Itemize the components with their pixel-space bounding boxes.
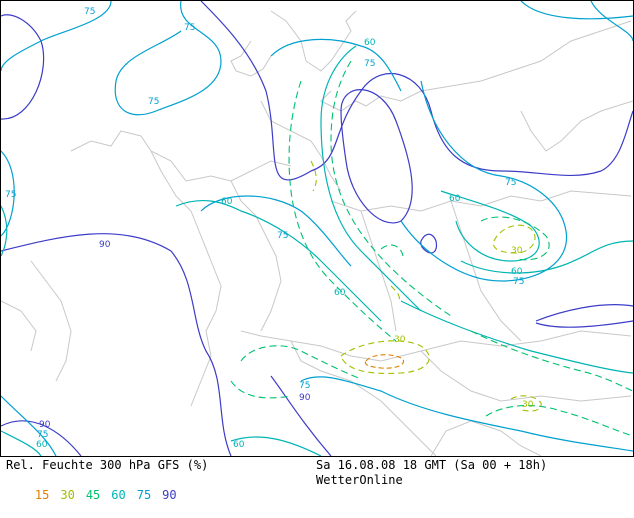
contour-label: 60 xyxy=(221,197,233,207)
map-panel: 75 75 75 60 75 60 75 90 75 60 75 60 30 6… xyxy=(0,0,634,457)
contour-label: 75 xyxy=(5,190,16,200)
contour-label: 90 xyxy=(99,240,111,250)
contours-90 xyxy=(1,1,633,456)
color-legend: 15 30 45 60 75 90 xyxy=(6,473,188,518)
contours-75 xyxy=(1,1,633,456)
contour-label: 75 xyxy=(84,7,95,17)
contour-label: 75 xyxy=(184,23,195,33)
legend-value-60: 60 xyxy=(111,488,126,502)
contours-60 xyxy=(1,45,633,456)
contour-label: 60 xyxy=(36,440,48,450)
contour-label: 75 xyxy=(37,430,48,440)
contour-label: 75 xyxy=(364,59,375,69)
contour-label: 75 xyxy=(148,97,159,107)
contour-label: 30 xyxy=(394,335,406,345)
contour-label: 75 xyxy=(299,381,310,391)
legend-value-15: 15 xyxy=(34,488,50,502)
contour-label: 75 xyxy=(513,277,524,287)
contour-label: 60 xyxy=(334,288,346,298)
contour-label: 30 xyxy=(522,400,534,410)
contours-15 xyxy=(364,354,405,369)
legend-value-30: 30 xyxy=(60,488,75,502)
contour-label: 60 xyxy=(449,194,461,204)
contour-label: 60 xyxy=(511,267,523,277)
contour-label: 60 xyxy=(233,440,245,450)
contour-label: 90 xyxy=(299,393,311,403)
contour-label: 60 xyxy=(364,38,376,48)
legend-value-90: 90 xyxy=(162,488,177,502)
contour-labels: 75 75 75 60 75 60 75 90 75 60 75 60 30 6… xyxy=(5,7,534,450)
legend-value-75: 75 xyxy=(136,488,152,502)
contour-label: 75 xyxy=(505,178,516,188)
forecast-datetime: Sa 16.08.08 18 GMT (Sa 00 + 18h) xyxy=(316,458,548,472)
legend-value-45: 45 xyxy=(85,488,101,502)
map-footer: Rel. Feuchte 300 hPa GFS (%) 15 30 45 60 75 9… xyxy=(0,457,634,502)
contour-label: 75 xyxy=(277,231,288,241)
brand-label: WetterOnline xyxy=(316,473,403,487)
humidity-map: 75 75 75 60 75 60 75 90 75 60 75 60 30 6… xyxy=(1,1,633,456)
contour-label: 30 xyxy=(511,246,523,256)
contour-label: 90 xyxy=(39,420,51,430)
chart-title: Rel. Feuchte 300 hPa GFS (%) xyxy=(6,458,209,472)
